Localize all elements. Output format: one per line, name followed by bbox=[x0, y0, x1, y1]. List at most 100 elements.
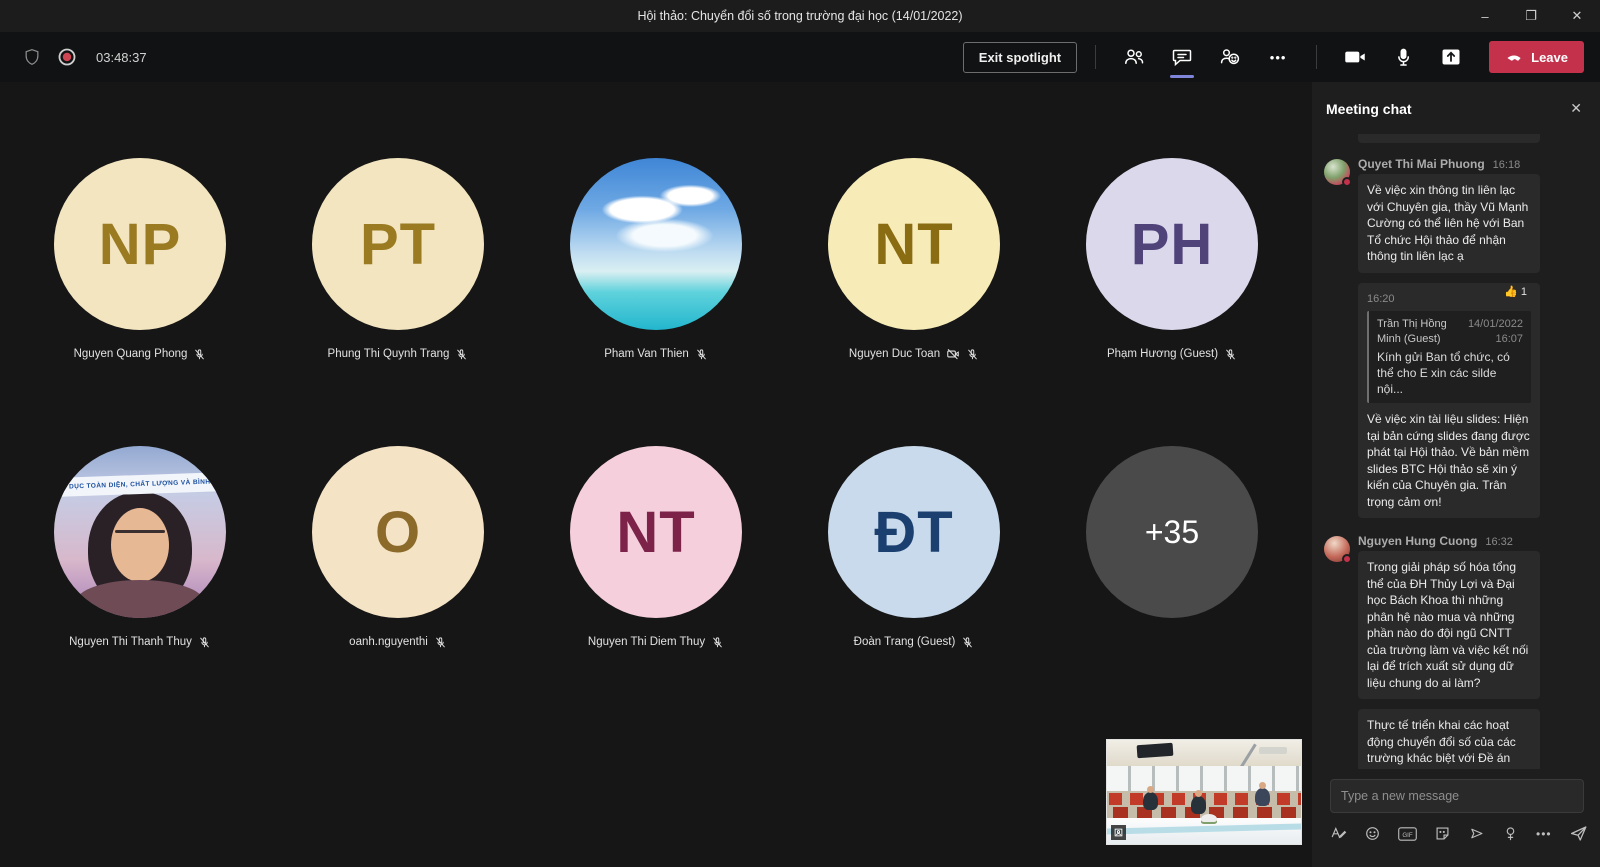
message-time: 16:20 bbox=[1367, 291, 1395, 308]
thumbs-up-icon: 👍 bbox=[1504, 284, 1518, 301]
chat-message-input[interactable] bbox=[1330, 779, 1584, 813]
thumbs-up-reaction[interactable]: 👍 1 bbox=[1500, 283, 1531, 302]
participant-name: Pham Van Thien bbox=[604, 348, 689, 360]
avatar: O bbox=[312, 446, 484, 618]
message-bubble: Về việc xin thông tin liên lạc với Chuyê… bbox=[1358, 174, 1540, 273]
mic-muted-icon bbox=[434, 636, 447, 649]
room-tv bbox=[1137, 743, 1174, 758]
shield-icon bbox=[22, 47, 42, 67]
chat-active-underline bbox=[1170, 75, 1194, 78]
mic-muted-icon bbox=[695, 348, 708, 361]
title-bar: Hội thảo: Chuyển đổi số trong trường đại… bbox=[0, 0, 1600, 32]
mic-muted-icon bbox=[966, 348, 979, 361]
chat-message-list[interactable]: Quyet Thi Mai Phuong 16:18 Về việc xin t… bbox=[1312, 134, 1600, 769]
participants-button[interactable] bbox=[1114, 39, 1154, 75]
hang-up-icon bbox=[1505, 48, 1523, 66]
format-icon[interactable] bbox=[1330, 825, 1347, 842]
toolbar-divider bbox=[1316, 45, 1317, 69]
toolbar-divider bbox=[1095, 45, 1096, 69]
participant-tile[interactable]: PH Phạm Hương (Guest) bbox=[1043, 158, 1301, 446]
chat-message: Thực tế triển khai các hoạt động chuyển … bbox=[1324, 709, 1588, 769]
avatar-initials: O bbox=[375, 499, 421, 566]
room-video-thumbnail[interactable] bbox=[1106, 739, 1302, 845]
portrait-body bbox=[76, 580, 204, 618]
participant-tile[interactable]: NP Nguyen Quang Phong bbox=[11, 158, 269, 446]
reaction-count: 1 bbox=[1521, 284, 1527, 301]
chat-header: Meeting chat ✕ bbox=[1312, 82, 1600, 129]
leave-button[interactable]: Leave bbox=[1489, 41, 1584, 73]
message-author: Quyet Thi Mai Phuong bbox=[1358, 157, 1485, 171]
room-flowers bbox=[1201, 814, 1217, 824]
send-icon[interactable] bbox=[1569, 824, 1588, 843]
gif-label: GIF bbox=[1402, 831, 1413, 838]
message-time: 16:18 bbox=[1493, 159, 1521, 171]
portrait-face bbox=[111, 508, 169, 582]
participant-tile[interactable]: NT Nguyen Duc Toan bbox=[785, 158, 1043, 446]
participant-tile[interactable]: DỤC TOÀN DIỆN, CHẤT LƯỢNG VÀ BÌNH Nguyen… bbox=[11, 446, 269, 734]
participant-tile[interactable]: Pham Van Thien bbox=[527, 158, 785, 446]
camera-button[interactable] bbox=[1335, 39, 1375, 75]
mic-muted-icon bbox=[193, 348, 206, 361]
meeting-timer: 03:48:37 bbox=[96, 50, 147, 65]
close-button[interactable]: ✕ bbox=[1554, 0, 1600, 32]
chat-message: 16:20 👍 1 Trần Thị Hồng Minh (Guest) 14/… bbox=[1324, 283, 1588, 519]
participant-grid: NP Nguyen Quang Phong PT Phung Thi Quynh… bbox=[0, 82, 1312, 734]
participant-name: oanh.nguyenthi bbox=[349, 636, 428, 648]
avatar bbox=[1324, 159, 1350, 185]
mic-muted-icon bbox=[455, 348, 468, 361]
more-actions-button[interactable]: ••• bbox=[1258, 39, 1298, 75]
participant-tile[interactable]: O oanh.nguyenthi bbox=[269, 446, 527, 734]
message-author: Nguyen Hung Cuong bbox=[1358, 534, 1477, 548]
camera-off-icon bbox=[946, 347, 960, 361]
praise-icon[interactable] bbox=[1502, 825, 1519, 842]
overflow-count: +35 bbox=[1086, 446, 1258, 618]
leave-label: Leave bbox=[1531, 50, 1568, 65]
participant-name: Nguyen Thi Diem Thuy bbox=[588, 636, 705, 648]
exit-spotlight-button[interactable]: Exit spotlight bbox=[963, 42, 1077, 73]
overflow-label: +35 bbox=[1145, 514, 1199, 551]
portrait-banner-text: DỤC TOÀN DIỆN, CHẤT LƯỢNG VÀ BÌNH bbox=[54, 472, 226, 498]
window-controls: – ❐ ✕ bbox=[1462, 0, 1600, 32]
microphone-button[interactable] bbox=[1383, 39, 1423, 75]
chat-title: Meeting chat bbox=[1326, 101, 1412, 117]
overflow-participants-tile[interactable]: +35 bbox=[1043, 446, 1301, 734]
message-time: 16:32 bbox=[1485, 536, 1513, 548]
avatar: NT bbox=[828, 158, 1000, 330]
message-text: Về việc xin tài liệu slides: Hiện tại bả… bbox=[1367, 411, 1531, 510]
chat-button[interactable] bbox=[1162, 39, 1202, 75]
room-vent bbox=[1259, 747, 1287, 754]
mic-muted-icon bbox=[1224, 348, 1237, 361]
gif-icon[interactable]: GIF bbox=[1398, 826, 1417, 842]
restore-button[interactable]: ❐ bbox=[1508, 0, 1554, 32]
avatar: ĐT bbox=[828, 446, 1000, 618]
presence-busy-badge bbox=[1342, 554, 1352, 564]
minimize-button[interactable]: – bbox=[1462, 0, 1508, 32]
quote-text: Kính gửi Ban tổ chức, có thể cho E xin c… bbox=[1377, 349, 1523, 397]
stream-icon[interactable] bbox=[1468, 825, 1485, 842]
participant-tile[interactable]: ĐT Đoàn Trang (Guest) bbox=[785, 446, 1043, 734]
reactions-button[interactable] bbox=[1210, 39, 1250, 75]
mic-muted-icon bbox=[961, 636, 974, 649]
sticker-icon[interactable] bbox=[1434, 825, 1451, 842]
video-stage: NP Nguyen Quang Phong PT Phung Thi Quynh… bbox=[0, 82, 1312, 867]
message-bubble: Trong giải pháp số hóa tổng thể của ĐH T… bbox=[1358, 551, 1540, 699]
emoji-icon[interactable] bbox=[1364, 825, 1381, 842]
composer-more-icon[interactable]: ••• bbox=[1536, 827, 1552, 841]
clipped-earlier-message bbox=[1358, 134, 1540, 143]
avatar-initials: PH bbox=[1131, 211, 1214, 278]
meeting-toolbar: 03:48:37 Exit spotlight ••• bbox=[0, 32, 1600, 82]
chat-close-icon[interactable]: ✕ bbox=[1570, 100, 1582, 117]
avatar-initials: NP bbox=[99, 211, 182, 278]
mic-muted-icon bbox=[198, 636, 211, 649]
quote-datetime: 14/01/2022 16:07 bbox=[1468, 317, 1523, 347]
participant-name: Nguyen Thi Thanh Thuy bbox=[69, 636, 192, 648]
quote-author: Trần Thị Hồng Minh (Guest) bbox=[1377, 317, 1462, 347]
share-content-button[interactable] bbox=[1431, 39, 1471, 75]
participant-tile[interactable]: PT Phung Thi Quynh Trang bbox=[269, 158, 527, 446]
avatar-initials: NT bbox=[616, 499, 695, 566]
room-windows bbox=[1107, 766, 1301, 791]
participant-tile[interactable]: NT Nguyen Thi Diem Thuy bbox=[527, 446, 785, 734]
spotlight-indicator-icon bbox=[1111, 825, 1126, 840]
avatar-photo-person: DỤC TOÀN DIỆN, CHẤT LƯỢNG VÀ BÌNH bbox=[54, 446, 226, 618]
participant-name: Nguyen Duc Toan bbox=[849, 348, 940, 360]
